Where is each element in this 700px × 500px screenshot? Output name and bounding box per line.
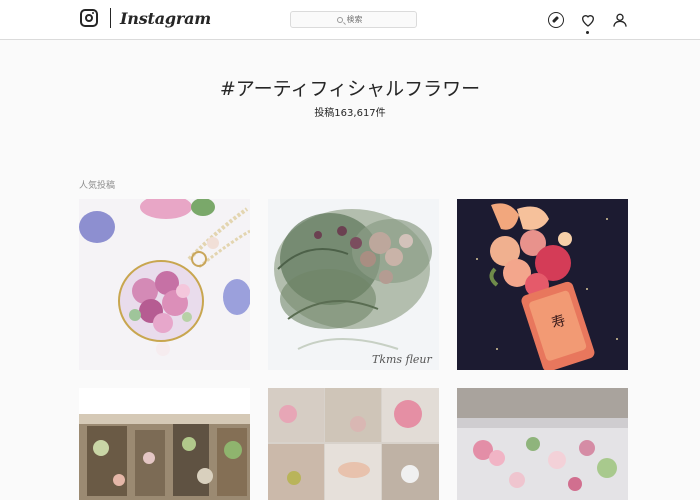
post-watermark: Tkms fleur (372, 353, 433, 366)
instagram-glyph-icon[interactable] (80, 9, 98, 27)
post-thumbnail[interactable] (79, 199, 250, 370)
top-nav-bar: Instagram (0, 0, 700, 40)
activity-indicator-dot (586, 31, 589, 34)
post-thumbnail[interactable]: Tkms fleur (268, 199, 439, 370)
heart-icon[interactable] (580, 12, 596, 28)
hashtag-title: #アーティフィシャルフラワー (219, 78, 481, 100)
top-posts-label: 人気投稿 (79, 181, 116, 191)
compass-icon[interactable] (548, 12, 564, 28)
user-icon[interactable] (612, 12, 628, 28)
post-thumbnail[interactable] (79, 388, 250, 500)
search-icon (336, 16, 343, 23)
logo-divider (110, 8, 111, 28)
post-thumbnail[interactable]: 寿 (457, 199, 628, 370)
search-box[interactable] (290, 11, 417, 28)
post-thumbnail[interactable] (268, 388, 439, 500)
search-input[interactable] (346, 15, 371, 24)
instagram-wordmark[interactable]: Instagram (120, 9, 211, 28)
post-count: 投稿163,617件 (314, 108, 386, 119)
post-thumbnail[interactable] (457, 388, 628, 500)
